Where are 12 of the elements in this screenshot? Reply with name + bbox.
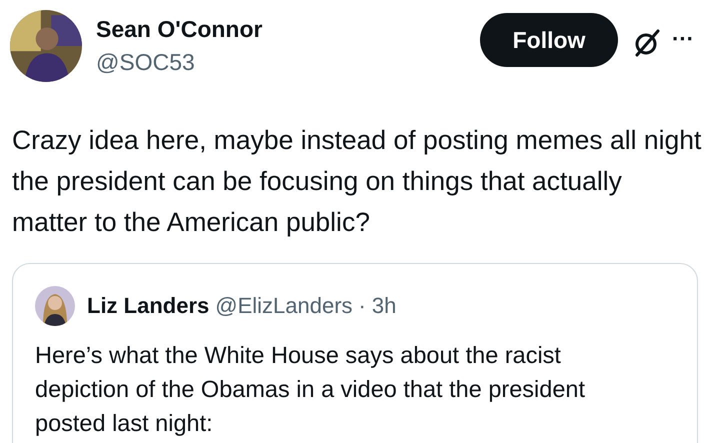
quoted-tweet-text: Here’s what the White House says about the racist depiction of the Obamas in a video that the president posted last night:	[35, 341, 586, 438]
timestamp[interactable]: 3h	[372, 293, 396, 319]
author-name[interactable]: Sean O'Connor	[96, 16, 480, 43]
more-button[interactable]: ···	[668, 26, 698, 52]
separator-dot: ·	[358, 293, 366, 319]
author-handle[interactable]: @SOC53	[96, 49, 480, 76]
quoted-tweet-card[interactable]: Liz Landers @ElizLanders · 3h Here’s what the White House says about the racist depiction of the Obamas in a video that the president posted last night:	[12, 263, 698, 443]
tweet-text: Crazy idea here, maybe instead of posting memes all night the president can be focusing on things that actually matter to the American public?	[12, 124, 702, 239]
avatar[interactable]	[35, 286, 75, 326]
follow-button[interactable]: Follow	[480, 13, 618, 67]
quoted-author-name[interactable]: Liz Landers	[87, 293, 210, 319]
quoted-author-handle[interactable]: @ElizLanders	[215, 293, 353, 319]
